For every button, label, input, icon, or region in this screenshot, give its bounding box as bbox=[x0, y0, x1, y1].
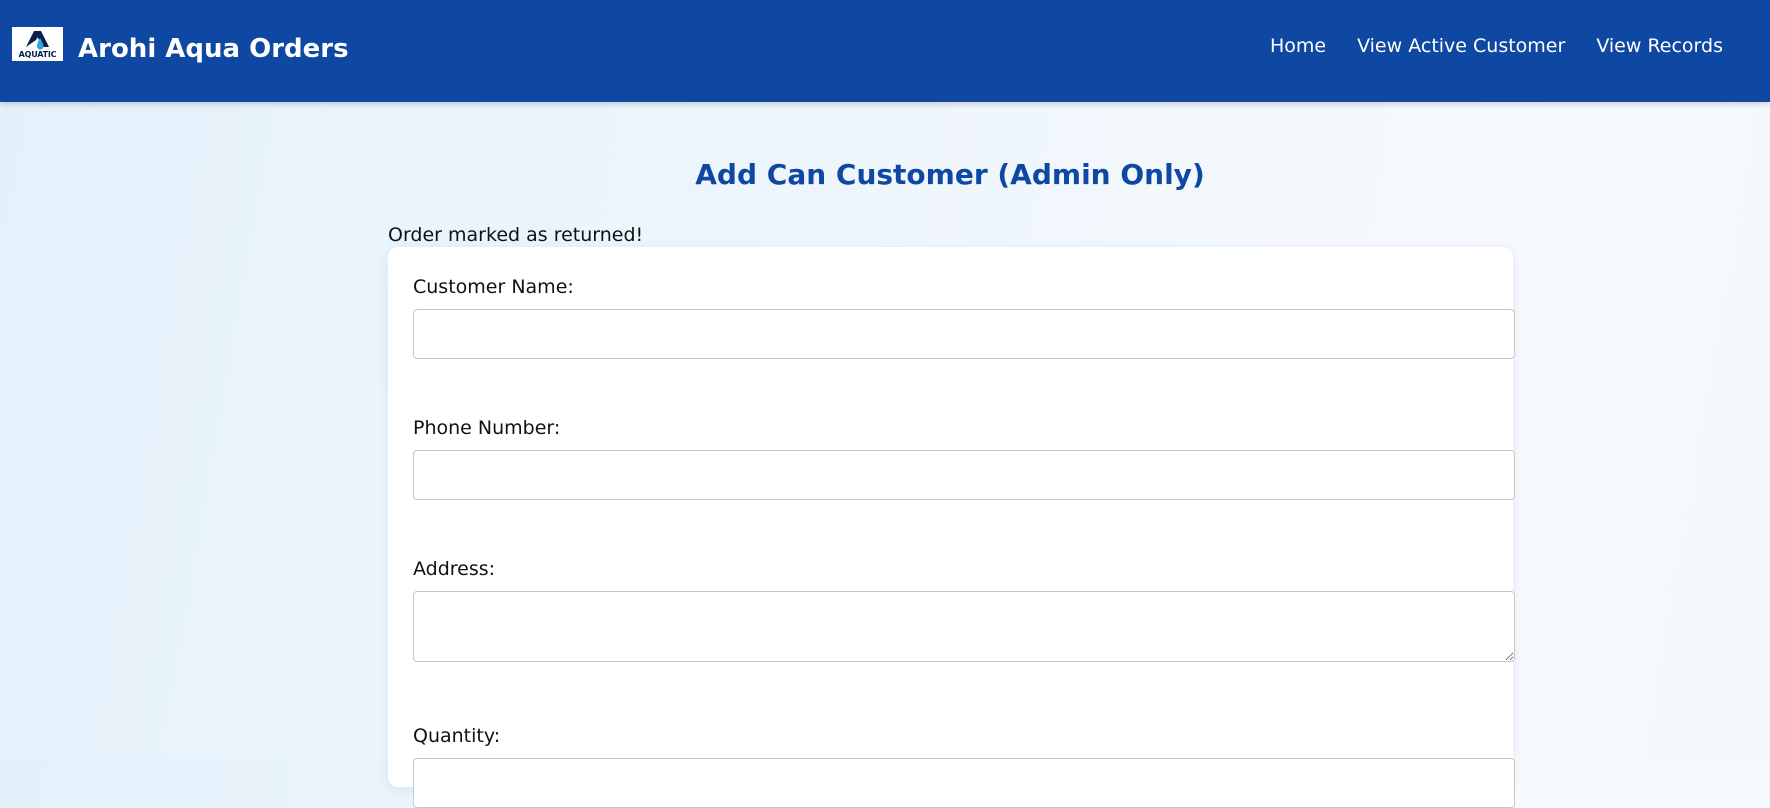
phone-number-label: Phone Number: bbox=[413, 417, 561, 439]
quantity-label: Quantity: bbox=[413, 725, 501, 747]
add-customer-form: Customer Name: Phone Number: Address: Qu… bbox=[388, 247, 1515, 808]
app-title[interactable]: Arohi Aqua Orders bbox=[78, 33, 349, 65]
nav-link-view-active-customer[interactable]: View Active Customer bbox=[1357, 34, 1565, 58]
customer-name-label: Customer Name: bbox=[413, 276, 574, 298]
address-textarea[interactable] bbox=[413, 591, 1515, 662]
navbar: AQUATIC Arohi Aqua Orders Home View Acti… bbox=[0, 0, 1770, 102]
flash-message: Order marked as returned! bbox=[388, 224, 644, 246]
nav-link-home[interactable]: Home bbox=[1270, 34, 1326, 58]
aquatic-logo[interactable]: AQUATIC bbox=[12, 27, 63, 61]
logo-text: AQUATIC bbox=[18, 50, 57, 59]
nav-link-view-records[interactable]: View Records bbox=[1596, 34, 1723, 58]
quantity-input[interactable] bbox=[413, 758, 1515, 808]
address-label: Address: bbox=[413, 558, 496, 580]
nav-menu: Home View Active Customer View Records bbox=[1270, 34, 1723, 58]
customer-name-input[interactable] bbox=[413, 309, 1515, 359]
phone-number-input[interactable] bbox=[413, 450, 1515, 500]
page-title: Add Can Customer (Admin Only) bbox=[695, 158, 1205, 191]
